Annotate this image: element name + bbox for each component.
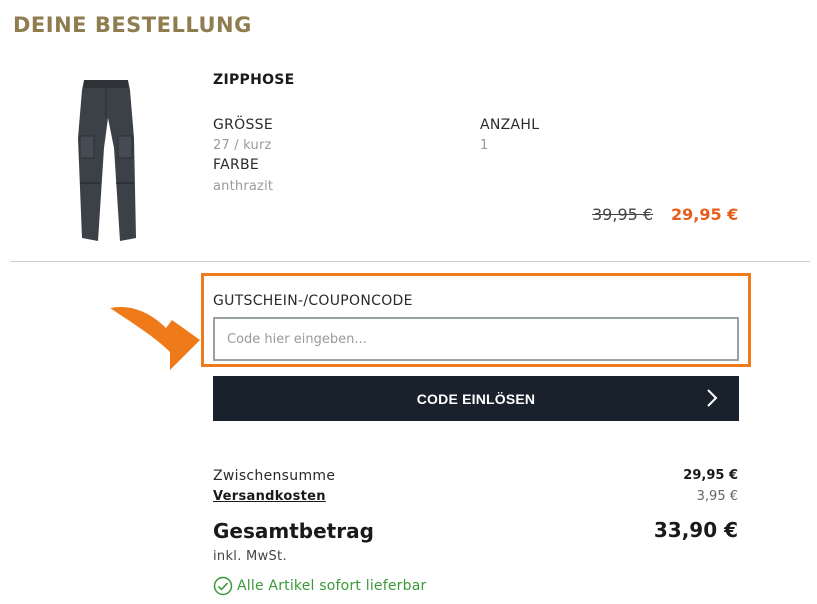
subtotal-label: Zwischensumme [213, 468, 336, 484]
size-value: 27 / kurz [213, 138, 272, 153]
coupon-code-input[interactable] [213, 317, 739, 361]
check-circle-icon [213, 576, 233, 596]
vat-note: inkl. MwSt. [213, 549, 287, 564]
subtotal-value: 29,95 € [683, 468, 738, 483]
availability-text: Alle Artikel sofort lieferbar [237, 578, 427, 594]
color-label: FARBE [213, 157, 260, 173]
quantity-value: 1 [480, 138, 489, 153]
shipping-value: 3,95 € [696, 489, 738, 504]
product-image[interactable] [70, 78, 142, 244]
redeem-code-label: CODE EINLÖSEN [416, 390, 536, 407]
old-price: 39,95 € [592, 205, 654, 224]
size-label: GRÖSSE [213, 117, 274, 133]
divider [10, 261, 810, 262]
total-label: Gesamtbetrag [213, 519, 374, 543]
page-title: DEINE BESTELLUNG [13, 13, 252, 37]
product-name: ZIPPHOSE [213, 72, 295, 88]
arrow-icon [110, 306, 200, 370]
coupon-label: GUTSCHEIN-/COUPONCODE [213, 293, 413, 309]
shipping-costs-link[interactable]: Versandkosten [213, 489, 326, 504]
color-value: anthrazit [213, 179, 274, 194]
sale-price: 29,95 € [671, 205, 739, 224]
chevron-right-icon [707, 389, 718, 407]
total-value: 33,90 € [653, 518, 738, 542]
quantity-label: ANZAHL [480, 117, 540, 133]
redeem-code-button[interactable]: CODE EINLÖSEN [213, 376, 739, 421]
availability-status: Alle Artikel sofort lieferbar [213, 576, 426, 596]
